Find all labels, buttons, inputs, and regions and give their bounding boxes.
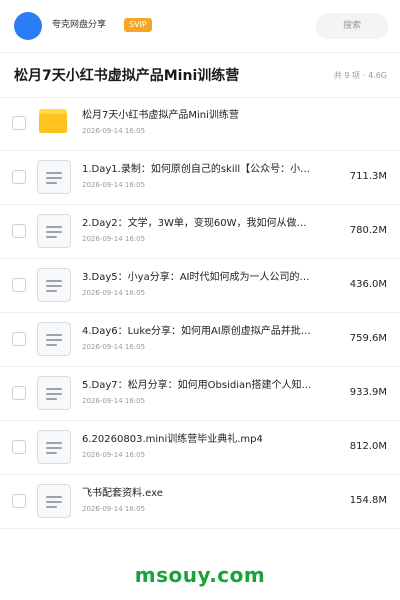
file-size: 759.6M [349,333,387,344]
page-title: 松月7天小红书虚拟产品Mini训练营 [14,68,240,84]
file-size: 780.2M [349,225,387,236]
total-size: · 4.6G [362,71,387,80]
item-count: 共 9 项 [333,71,360,80]
file-row[interactable]: 6.20260803.mini训练营毕业典礼.mp4 2026-09-14 16… [0,421,400,475]
app-name: 夸克网盘分享 [52,20,107,30]
file-name: 3.Day5：小ya分享：AI时代如何成为一人公司的创业者.mp4 [82,272,314,283]
file-name: 5.Day7：松月分享：如何用Obsidian搭建个人知识库.mp4 [82,380,314,391]
file-name: 松月7天小红书虚拟产品Mini训练营 [82,110,239,121]
row-checkbox[interactable] [12,386,26,400]
file-size: 933.9M [349,387,387,398]
row-checkbox[interactable] [12,224,26,238]
file-icon [37,214,71,248]
file-date: 2026-09-14 16:05 [82,181,146,189]
footer: msouy.com [0,548,400,600]
file-icon [37,430,71,464]
file-name: 1.Day1.录制：如何原创自己的skill【公众号：小红书运营干货】.mp4 [82,164,314,175]
svip-badge: SVIP [124,18,152,32]
avatar[interactable] [14,12,42,40]
file-name: 2.Day2：文学，3W单，变现60W，我如何从做一个产品开始.mp4 [82,218,314,229]
file-size: 436.0M [349,279,387,290]
share-summary: 共 9 项 · 4.6G [334,70,387,82]
file-row[interactable]: 5.Day7：松月分享：如何用Obsidian搭建个人知识库.mp4 2026-… [0,367,400,421]
file-date: 2026-09-14 16:05 [82,127,146,135]
row-checkbox[interactable] [12,440,26,454]
file-icon [37,484,71,518]
file-row[interactable]: 飞书配套资料.exe 2026-09-14 16:05 154.8M [0,475,400,529]
file-icon [37,376,71,410]
file-date: 2026-09-14 16:05 [82,235,146,243]
file-size: 154.8M [349,495,387,506]
file-name: 4.Day6：Luke分享：如何用AI原创虚拟产品并批量变现.mp4 [82,326,314,337]
file-name: 6.20260803.mini训练营毕业典礼.mp4 [82,434,263,445]
file-name: 飞书配套资料.exe [82,488,163,499]
file-row[interactable]: 1.Day1.录制：如何原创自己的skill【公众号：小红书运营干货】.mp4 … [0,151,400,205]
file-icon [37,268,71,302]
site-watermark: msouy.com [134,563,266,587]
file-date: 2026-09-14 16:05 [82,505,146,513]
file-date: 2026-09-14 16:05 [82,343,146,351]
search-input[interactable] [316,13,388,39]
file-date: 2026-09-14 16:05 [82,289,146,297]
file-row[interactable]: 3.Day5：小ya分享：AI时代如何成为一人公司的创业者.mp4 2026-0… [0,259,400,313]
title-row: 松月7天小红书虚拟产品Mini训练营 共 9 项 · 4.6G [0,53,400,97]
row-checkbox[interactable] [12,278,26,292]
row-checkbox[interactable] [12,494,26,508]
file-row-folder[interactable]: 松月7天小红书虚拟产品Mini训练营 2026-09-14 16:05 [0,97,400,151]
file-icon [37,160,71,194]
row-checkbox[interactable] [12,116,26,130]
row-checkbox[interactable] [12,332,26,346]
folder-icon [37,106,71,140]
file-list: 松月7天小红书虚拟产品Mini训练营 2026-09-14 16:05 1.Da… [0,97,400,529]
row-checkbox[interactable] [12,170,26,184]
file-date: 2026-09-14 16:05 [82,397,146,405]
top-bar: 夸克网盘分享 SVIP [0,0,400,52]
file-size: 711.3M [349,171,387,182]
file-row[interactable]: 4.Day6：Luke分享：如何用AI原创虚拟产品并批量变现.mp4 2026-… [0,313,400,367]
file-icon [37,322,71,356]
file-size: 812.0M [349,441,387,452]
file-row[interactable]: 2.Day2：文学，3W单，变现60W，我如何从做一个产品开始.mp4 2026… [0,205,400,259]
file-date: 2026-09-14 16:05 [82,451,146,459]
